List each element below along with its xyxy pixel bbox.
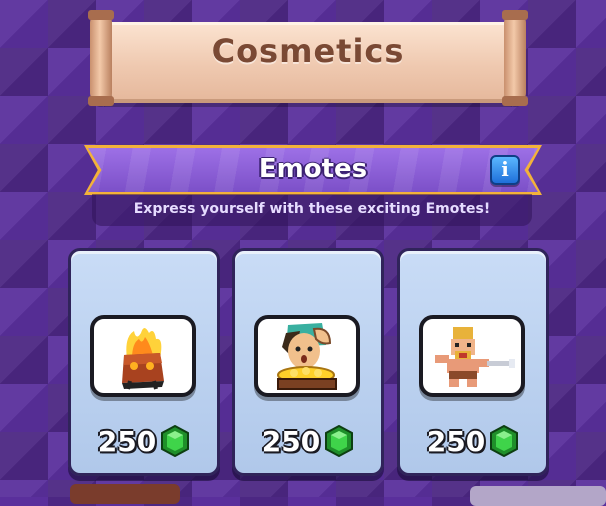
emote-card[interactable]: 250 [232, 248, 384, 476]
barbarian-sword-emote-icon [435, 327, 515, 387]
emote-preview [90, 315, 196, 397]
section-banner: Emotes [88, 148, 538, 192]
green-gem-icon [489, 425, 519, 457]
emote-card[interactable]: 250 [397, 248, 549, 476]
emote-preview [419, 315, 525, 397]
info-button[interactable]: i [490, 155, 520, 185]
partial-item-below [70, 484, 180, 504]
green-gem-icon [160, 425, 190, 457]
price-value: 250 [426, 424, 486, 458]
price-value: 250 [97, 424, 157, 458]
section-subtitle: Express yourself with these exciting Emo… [133, 201, 491, 217]
info-icon: i [501, 157, 509, 181]
partial-item-below [470, 486, 606, 506]
emote-preview [254, 315, 360, 397]
title-scroll: Cosmetics [88, 10, 528, 106]
salute-gold-pile-emote-icon [277, 323, 337, 390]
page-title: Cosmetics [211, 32, 405, 70]
flaming-rock-emote-icon [122, 328, 164, 390]
emote-card[interactable]: 250 [68, 248, 220, 476]
green-gem-icon [324, 425, 354, 457]
price-tag: 250 [235, 421, 381, 461]
price-tag: 250 [400, 421, 546, 461]
price-value: 250 [261, 424, 321, 458]
section-title: Emotes [258, 154, 368, 184]
section-subtitle-bar: Express yourself with these exciting Emo… [92, 194, 532, 226]
price-tag: 250 [71, 421, 217, 461]
